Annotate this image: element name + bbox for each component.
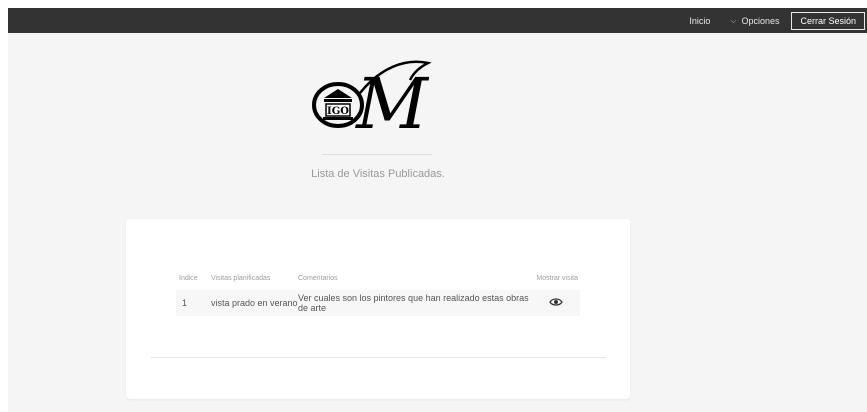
visits-card: Indice Visitas planificadas Comentarios … [126,219,630,399]
top-navbar: Inicio ⌵ Opciones Cerrar Sesión [8,8,867,33]
museum-monogram-icon: IGO M [312,60,432,145]
window-left-edge [0,0,8,412]
header-divider [322,154,432,155]
nav-home-link[interactable]: Inicio [689,16,710,26]
chevron-down-icon: ⌵ [730,15,737,25]
card-divider [151,357,606,358]
logout-button[interactable]: Cerrar Sesión [791,11,865,30]
nav-options-label: Opciones [741,15,780,26]
header-index: Indice [179,274,198,282]
cell-visit: vista prado en verano [211,298,298,308]
header-visits: Visitas planificadas [211,274,271,282]
header-comments: Comentarios [298,274,338,282]
nav-options-dropdown[interactable]: ⌵ Opciones [730,16,779,26]
cell-comment: Ver cuales son los pintores que han real… [298,293,529,313]
cell-index: 1 [182,298,188,308]
page-subtitle: Lista de Visitas Publicadas. [311,168,445,180]
visits-table: Indice Visitas planificadas Comentarios … [176,271,580,316]
logo-monogram-text: M [354,63,430,133]
window-top-edge [0,0,867,8]
table-row: 1 vista prado en verano Ver cuales son l… [176,290,580,316]
nav-menu: Inicio ⌵ Opciones Cerrar Sesión [689,8,867,33]
table-header: Indice Visitas planificadas Comentarios … [176,271,580,285]
cell-show-visit [532,297,580,309]
eye-icon[interactable] [549,297,563,307]
header-show-visit: Mostrar visita [536,274,578,282]
logo-badge-text: IGO [327,106,349,117]
site-logo: IGO M [310,58,445,145]
